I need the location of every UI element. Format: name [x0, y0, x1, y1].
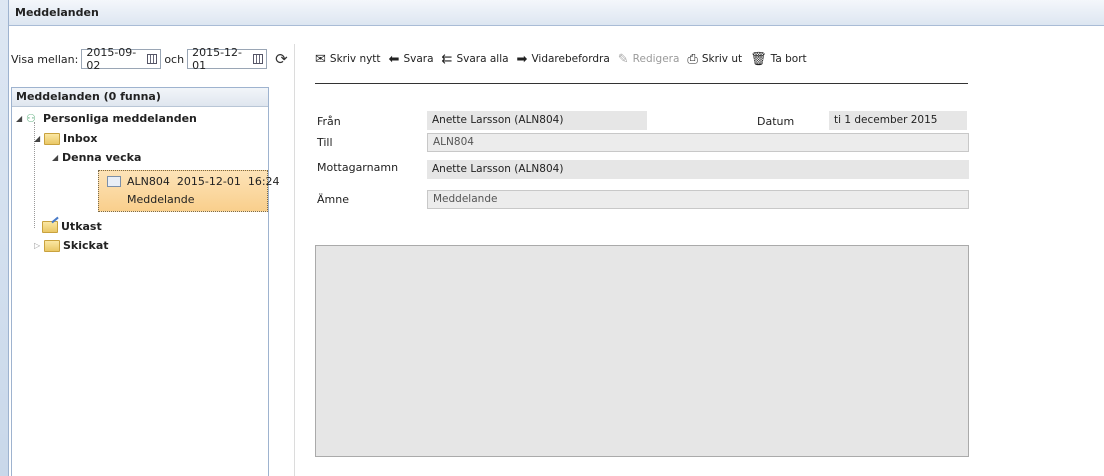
reply-label: Svara — [403, 53, 434, 65]
folder-icon — [44, 239, 60, 252]
message-item-time: 16:24 — [247, 175, 280, 188]
edit-label: Redigera — [632, 53, 680, 65]
recipient-label: Mottagarnamn — [317, 161, 399, 174]
collapse-icon[interactable]: ◢ — [52, 153, 62, 162]
print-button[interactable]: ⎙ Skriv ut — [687, 52, 742, 67]
to-field: ALN804 — [427, 133, 969, 152]
reply-button[interactable]: ⬅ Svara — [389, 52, 434, 67]
drafts-folder-icon — [42, 220, 58, 233]
message-item-date: 2015-12-01 — [176, 175, 241, 188]
reply-all-icon: ⇇ — [441, 51, 453, 67]
collapse-icon[interactable]: ◢ — [16, 114, 26, 123]
forward-button[interactable]: ➡ Vidarebefordra — [517, 52, 610, 67]
tree-header: Meddelanden (0 funna) — [12, 88, 268, 107]
trash-icon: 🗑 — [750, 51, 767, 67]
folder-icon — [44, 132, 60, 145]
tree-node-personal[interactable]: ◢ ⚇ Personliga meddelanden — [16, 112, 197, 125]
message-tree: Meddelanden (0 funna) ◢ ⚇ Personliga med… — [11, 87, 280, 476]
tree-node-inbox-label: Inbox — [63, 132, 98, 145]
refresh-icon[interactable]: ⟳ — [275, 50, 288, 68]
delete-button[interactable]: 🗑 Ta bort — [750, 52, 807, 67]
print-label: Skriv ut — [701, 53, 743, 65]
subject-field: Meddelande — [427, 190, 969, 209]
message-toolbar: ✉ Skriv nytt ⬅ Svara ⇇ Svara alla ➡ Vida… — [315, 50, 811, 68]
date-filter: Visa mellan: 2015-09-02 och 2015-12-01 ⟳ — [9, 46, 288, 72]
forward-icon: ➡ — [516, 51, 528, 67]
date-label: Datum — [757, 115, 795, 128]
message-item-header: ALN804 2015-12-01 16:24 — [127, 175, 280, 188]
forward-label: Vidarebefordra — [531, 53, 610, 65]
from-date-value: 2015-09-02 — [86, 46, 137, 72]
message-item-subject: Meddelande — [127, 193, 195, 206]
messages-window: Meddelanden Visa mellan: 2015-09-02 och … — [8, 0, 1104, 476]
from-field: Anette Larsson (ALN804) — [427, 111, 647, 130]
envelope-icon — [107, 176, 121, 187]
to-date-input[interactable]: 2015-12-01 — [187, 46, 268, 72]
edit-button[interactable]: ✎ Redigera — [618, 52, 680, 67]
window-left-edge — [0, 0, 8, 476]
to-date-value: 2015-12-01 — [192, 46, 243, 72]
new-message-icon: ✉ — [315, 51, 326, 67]
to-label: Till — [317, 136, 333, 149]
tree-node-sent-label: Skickat — [63, 239, 109, 252]
people-icon: ⚇ — [26, 111, 36, 125]
calendar-icon[interactable] — [253, 54, 264, 64]
tree-node-inbox[interactable]: ◢ Inbox — [34, 132, 97, 145]
printer-icon: ⎙ — [687, 51, 698, 67]
tree-node-sent[interactable]: ▷ Skickat — [34, 239, 109, 252]
panel-divider — [294, 44, 295, 476]
reply-icon: ⬅ — [388, 51, 400, 67]
toolbar-separator — [315, 83, 968, 84]
filter-conjunction: och — [164, 52, 185, 66]
tree-node-drafts[interactable]: Utkast — [42, 220, 102, 233]
subject-label: Ämne — [317, 193, 349, 206]
tree-node-personal-label: Personliga meddelanden — [43, 112, 197, 125]
reply-all-label: Svara alla — [456, 53, 509, 65]
message-body[interactable] — [315, 245, 969, 457]
calendar-icon[interactable] — [147, 54, 158, 64]
filter-label: Visa mellan: — [11, 52, 79, 66]
new-message-label: Skriv nytt — [329, 53, 381, 65]
tree-node-drafts-label: Utkast — [61, 220, 102, 233]
from-label: Från — [317, 115, 341, 128]
reply-all-button[interactable]: ⇇ Svara alla — [442, 52, 509, 67]
new-message-button[interactable]: ✉ Skriv nytt — [315, 52, 381, 67]
tree-node-week-label: Denna vecka — [62, 151, 142, 164]
window-title: Meddelanden — [9, 0, 1104, 26]
delete-label: Ta bort — [770, 53, 807, 65]
recipient-field: Anette Larsson (ALN804) — [427, 160, 969, 179]
pencil-icon: ✎ — [617, 51, 629, 67]
message-item-sender: ALN804 — [127, 175, 170, 188]
from-date-input[interactable]: 2015-09-02 — [81, 46, 162, 72]
expand-icon[interactable]: ▷ — [34, 241, 44, 250]
tree-node-week[interactable]: ◢ Denna vecka — [52, 151, 141, 164]
selected-message-item[interactable]: ALN804 2015-12-01 16:24 Meddelande — [98, 170, 280, 212]
collapse-icon[interactable]: ◢ — [34, 134, 44, 143]
date-field: ti 1 december 2015 16:24 — [829, 111, 967, 145]
